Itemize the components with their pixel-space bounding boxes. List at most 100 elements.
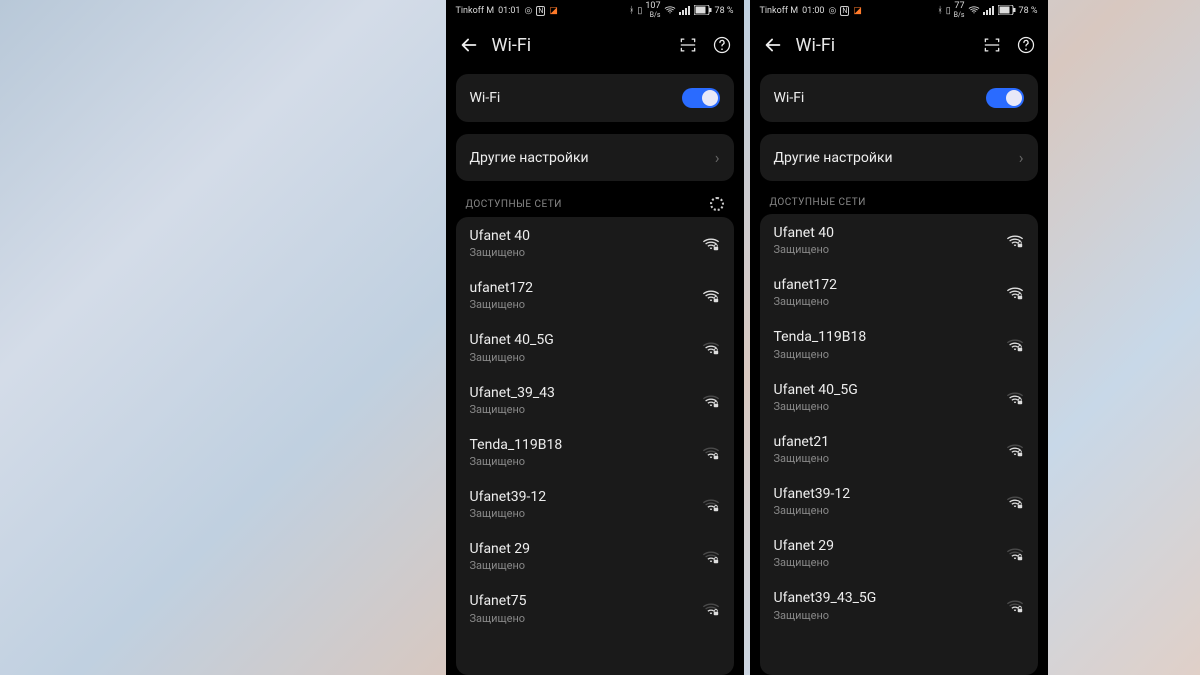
wifi-signal-icon [1006,390,1024,404]
wifi-signal-icon [1006,598,1024,612]
network-item[interactable]: Ufanet75 Защищено [456,582,734,634]
wifi-signal-icon [1006,442,1024,456]
wifi-signal-icon [1006,285,1024,299]
status-bar: Tinkoff M 01:01 ◎ N ◪ ᚼ ▯ 107B/s 78 [446,0,744,22]
chevron-right-icon: › [1019,148,1024,167]
network-security: Защищено [470,559,531,572]
more-settings-card[interactable]: Другие настройки › [456,134,734,181]
vibrate-icon: ▯ [946,6,951,16]
network-security: Защищено [774,556,835,569]
network-security: Защищено [470,351,554,364]
scan-icon[interactable] [678,35,698,55]
battery-icon [998,5,1016,18]
more-settings-card[interactable]: Другие настройки › [760,134,1038,181]
network-item[interactable]: Ufanet_39_43 Защищено [456,374,734,426]
wifi-toggle-label: Wi-Fi [470,90,501,106]
signal-icon [679,5,691,18]
network-item[interactable]: ufanet21 Защищено [760,423,1038,475]
network-security: Защищено [774,452,830,465]
wifi-signal-icon [702,549,720,563]
wifi-signal-icon [702,601,720,615]
network-ssid: Ufanet 29 [470,540,531,558]
help-icon[interactable] [712,35,732,55]
wifi-toggle-label: Wi-Fi [774,90,805,106]
bluetooth-icon: ᚼ [629,6,634,16]
battery-icon [694,5,712,18]
network-security: Защищено [774,609,877,622]
header: Wi-Fi [446,22,744,68]
network-item[interactable]: Ufanet 40 Защищено [456,217,734,269]
speed-label: 107B/s [645,2,660,20]
wifi-signal-icon [1006,494,1024,508]
network-ssid: Ufanet39-12 [470,488,547,506]
wifi-signal-icon [702,340,720,354]
nfc-icon: N [536,6,545,16]
wifi-toggle-card: Wi-Fi [760,74,1038,122]
available-networks-header: ДОСТУПНЫЕ СЕТИ [446,187,744,217]
network-security: Защищено [774,348,867,361]
wifi-signal-icon [702,393,720,407]
network-security: Защищено [774,295,838,308]
network-item[interactable]: Ufanet39_43_5G Защищено [760,579,1038,631]
scan-icon[interactable] [982,35,1002,55]
network-security: Защищено [470,612,527,625]
network-item[interactable]: ufanet172 Защищено [456,269,734,321]
eye-icon: ◎ [829,6,837,16]
wifi-toggle-card: Wi-Fi [456,74,734,122]
wifi-signal-icon [702,497,720,511]
eye-icon: ◎ [525,6,533,16]
network-ssid: Ufanet39_43_5G [774,589,877,607]
network-item[interactable]: Ufanet39-12 Защищено [456,478,734,530]
wifi-toggle[interactable] [682,88,720,108]
network-ssid: ufanet21 [774,433,830,451]
wifi-status-icon [968,5,980,18]
header: Wi-Fi [750,22,1048,68]
speed-label: 77B/s [954,2,965,20]
carrier-label: Tinkoff M [456,6,495,16]
network-ssid: ufanet172 [774,276,838,294]
page-title: Wi-Fi [796,35,982,56]
more-settings-label: Другие настройки [470,150,589,166]
network-ssid: Tenda_119B18 [774,328,867,346]
wifi-status-icon [664,5,676,18]
network-ssid: Ufanet 40_5G [470,331,554,349]
available-networks-header: ДОСТУПНЫЕ СЕТИ [750,187,1048,214]
status-bar: Tinkoff M 01:00 ◎ N ◪ ᚼ ▯ 77B/s 78 [750,0,1048,22]
network-ssid: Ufanet 40 [774,224,835,242]
network-item[interactable]: Ufanet 40 Защищено [760,214,1038,266]
phone-screen-right: Tinkoff M 01:00 ◎ N ◪ ᚼ ▯ 77B/s 78 [750,0,1048,675]
time-label: 01:01 [498,6,520,16]
network-security: Защищено [774,504,851,517]
network-item[interactable]: Ufanet 40_5G Защищено [456,321,734,373]
battery-percent: 78 % [715,6,734,16]
network-item[interactable]: Ufanet39-12 Защищено [760,475,1038,527]
nfc-icon: N [840,6,849,16]
network-item[interactable]: Tenda_119B18 Защищено [760,318,1038,370]
back-icon[interactable] [458,34,480,56]
network-security: Защищено [470,403,555,416]
network-security: Защищено [470,455,563,468]
app-icon: ◪ [853,6,862,16]
page-title: Wi-Fi [492,35,678,56]
network-item[interactable]: Ufanet 29 Защищено [760,527,1038,579]
loading-spinner-icon [710,197,724,211]
network-ssid: Ufanet 29 [774,537,835,555]
wifi-signal-icon [1006,546,1024,560]
network-item[interactable]: ufanet172 Защищено [760,266,1038,318]
wifi-signal-icon [1006,337,1024,351]
network-ssid: Ufanet_39_43 [470,384,555,402]
wifi-toggle[interactable] [986,88,1024,108]
more-settings-label: Другие настройки [774,150,893,166]
wifi-signal-icon [1006,233,1024,247]
bluetooth-icon: ᚼ [937,6,942,16]
back-icon[interactable] [762,34,784,56]
network-ssid: Ufanet39-12 [774,485,851,503]
time-label: 01:00 [802,6,824,16]
carrier-label: Tinkoff M [760,6,799,16]
network-item[interactable]: Ufanet 40_5G Защищено [760,371,1038,423]
vibrate-icon: ▯ [637,6,642,16]
network-item[interactable]: Ufanet 29 Защищено [456,530,734,582]
help-icon[interactable] [1016,35,1036,55]
phone-screen-left: Tinkoff M 01:01 ◎ N ◪ ᚼ ▯ 107B/s 78 [446,0,744,675]
network-item[interactable]: Tenda_119B18 Защищено [456,426,734,478]
